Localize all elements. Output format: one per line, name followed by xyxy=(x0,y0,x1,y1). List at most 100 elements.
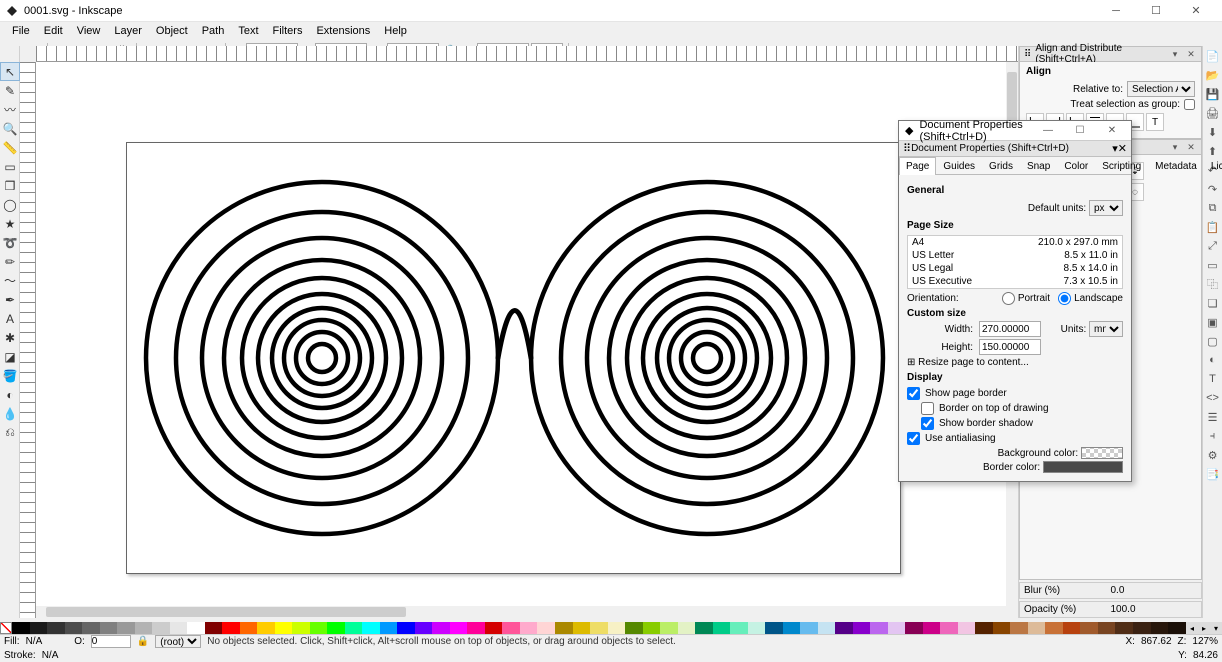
units-select[interactable]: mm xyxy=(1089,321,1123,337)
color-swatch[interactable] xyxy=(818,622,836,634)
color-swatch[interactable] xyxy=(1010,622,1028,634)
landscape-radio[interactable]: Landscape xyxy=(1058,292,1123,305)
color-swatch[interactable] xyxy=(940,622,958,634)
no-fill-swatch[interactable] xyxy=(0,622,12,634)
color-swatch[interactable] xyxy=(467,622,485,634)
relative-to-select[interactable]: Selection Area xyxy=(1127,81,1195,97)
clone-icon[interactable]: ❏ xyxy=(1205,295,1221,311)
color-swatch[interactable] xyxy=(432,622,450,634)
color-swatch[interactable] xyxy=(450,622,468,634)
align-panel-header[interactable]: ⠿ Align and Distribute (Shift+Ctrl+A) ▾ … xyxy=(1019,46,1202,62)
panel-close-icon[interactable]: ✕ xyxy=(1118,142,1127,155)
align-text-icon[interactable]: T xyxy=(1146,113,1164,131)
zoom-page-icon[interactable]: ▭ xyxy=(1205,257,1221,273)
palette-scroll-left[interactable]: ◂ xyxy=(1186,622,1198,634)
tab-guides[interactable]: Guides xyxy=(936,157,982,175)
color-swatch[interactable] xyxy=(783,622,801,634)
color-swatch[interactable] xyxy=(853,622,871,634)
resize-page-label[interactable]: Resize page to content... xyxy=(918,357,1029,368)
color-swatch[interactable] xyxy=(415,622,433,634)
import-icon[interactable]: ⬇ xyxy=(1205,124,1221,140)
opacity-value[interactable]: 100.0 xyxy=(1111,604,1198,615)
ruler-horizontal[interactable] xyxy=(36,46,1018,62)
selector-tool[interactable]: ↖ xyxy=(0,62,20,81)
portrait-radio[interactable]: Portrait xyxy=(1002,292,1050,305)
spiral-tool[interactable]: ➰ xyxy=(0,233,20,252)
color-swatch[interactable] xyxy=(380,622,398,634)
color-swatch[interactable] xyxy=(362,622,380,634)
panel-min-icon[interactable]: ▾ xyxy=(1169,141,1181,153)
color-swatch[interactable] xyxy=(1063,622,1081,634)
redo-icon[interactable]: ↷ xyxy=(1205,181,1221,197)
group-icon[interactable]: ▣ xyxy=(1205,314,1221,330)
show-border-checkbox[interactable] xyxy=(907,387,920,400)
zoom-value[interactable]: 127% xyxy=(1192,636,1218,647)
layer-lock-icon[interactable]: 🔒 xyxy=(137,636,149,647)
measure-tool[interactable]: 📏 xyxy=(0,138,20,157)
color-swatch[interactable] xyxy=(923,622,941,634)
new-doc-icon[interactable]: 📄 xyxy=(1205,48,1221,64)
color-swatch[interactable] xyxy=(47,622,65,634)
color-swatch[interactable] xyxy=(30,622,48,634)
fill-tool[interactable]: 🪣 xyxy=(0,366,20,385)
document-properties-dialog[interactable]: ◆ Document Properties (Shift+Ctrl+D) — ☐… xyxy=(898,120,1132,482)
default-units-select[interactable]: px xyxy=(1089,200,1123,216)
menu-help[interactable]: Help xyxy=(378,24,413,38)
color-swatch[interactable] xyxy=(555,622,573,634)
treat-group-checkbox[interactable] xyxy=(1184,99,1195,110)
color-swatch[interactable] xyxy=(100,622,118,634)
blur-value[interactable]: 0.0 xyxy=(1111,585,1198,596)
color-swatch[interactable] xyxy=(1045,622,1063,634)
tab-grids[interactable]: Grids xyxy=(982,157,1020,175)
horizontal-scrollbar[interactable] xyxy=(36,606,1006,618)
dropper-tool[interactable]: 💧 xyxy=(0,404,20,423)
text-dialog-icon[interactable]: T xyxy=(1205,371,1221,387)
menu-edit[interactable]: Edit xyxy=(38,24,69,38)
connector-tool[interactable]: ⎌ xyxy=(0,423,20,442)
dialog-minimize-icon[interactable]: — xyxy=(1035,121,1061,141)
panel-close-icon[interactable]: ✕ xyxy=(1185,48,1197,60)
tab-license[interactable]: License xyxy=(1204,157,1222,175)
color-swatch[interactable] xyxy=(993,622,1011,634)
gradient-tool[interactable]: ◐ xyxy=(0,385,20,404)
dialog-maximize-icon[interactable]: ☐ xyxy=(1067,121,1093,141)
ungroup-icon[interactable]: ▢ xyxy=(1205,333,1221,349)
tab-page[interactable]: Page xyxy=(899,157,936,175)
eraser-tool[interactable]: ◪ xyxy=(0,347,20,366)
color-swatch[interactable] xyxy=(1133,622,1151,634)
palette-menu-icon[interactable]: ▾ xyxy=(1210,622,1222,634)
opacity-o-input[interactable] xyxy=(91,635,131,648)
color-swatch[interactable] xyxy=(800,622,818,634)
color-swatch[interactable] xyxy=(222,622,240,634)
window-maximize-button[interactable]: ☐ xyxy=(1136,0,1176,22)
pencil-tool[interactable]: ✏ xyxy=(0,252,20,271)
border-top-checkbox[interactable] xyxy=(921,402,934,415)
color-swatch[interactable] xyxy=(135,622,153,634)
prefs-icon[interactable]: ⚙ xyxy=(1205,447,1221,463)
color-swatch[interactable] xyxy=(205,622,223,634)
bordercolor-swatch[interactable] xyxy=(1043,461,1123,473)
align-dialog-icon[interactable]: ⫞ xyxy=(1205,428,1221,444)
ruler-vertical[interactable] xyxy=(20,62,36,618)
color-swatch[interactable] xyxy=(275,622,293,634)
rect-tool[interactable]: ▭ xyxy=(0,157,20,176)
docprops-icon[interactable]: 📑 xyxy=(1205,466,1221,482)
paste-icon[interactable]: 📋 xyxy=(1205,219,1221,235)
color-swatch[interactable] xyxy=(748,622,766,634)
copy-icon[interactable]: ⧉ xyxy=(1205,200,1221,216)
spray-tool[interactable]: ✱ xyxy=(0,328,20,347)
menu-extensions[interactable]: Extensions xyxy=(310,24,376,38)
panel-min-icon[interactable]: ▾ xyxy=(1169,48,1181,60)
color-swatch[interactable] xyxy=(1115,622,1133,634)
color-swatch[interactable] xyxy=(1028,622,1046,634)
color-swatch[interactable] xyxy=(1098,622,1116,634)
color-swatch[interactable] xyxy=(502,622,520,634)
text-tool[interactable]: A xyxy=(0,309,20,328)
page-size-list[interactable]: A4210.0 x 297.0 mm US Letter8.5 x 11.0 i… xyxy=(907,235,1123,289)
color-swatch[interactable] xyxy=(713,622,731,634)
color-swatch[interactable] xyxy=(537,622,555,634)
fillstroke-icon[interactable]: ◐ xyxy=(1205,352,1221,368)
tab-snap[interactable]: Snap xyxy=(1020,157,1057,175)
save-icon[interactable]: 💾 xyxy=(1205,86,1221,102)
color-swatch[interactable] xyxy=(835,622,853,634)
